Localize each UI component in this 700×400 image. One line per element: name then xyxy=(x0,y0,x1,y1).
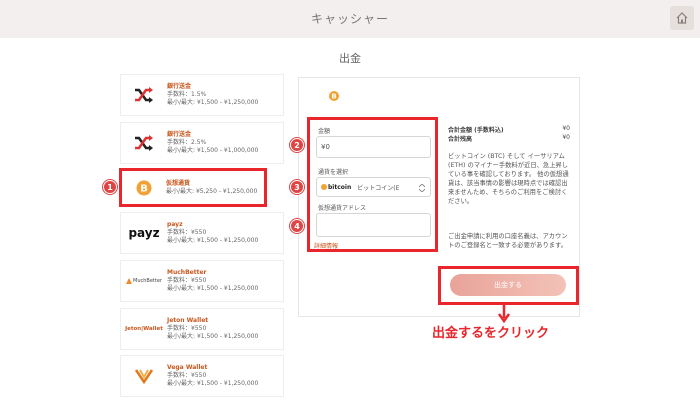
method-name: Jeton Wallet xyxy=(167,317,209,324)
currency-select-value: ビットコイン(E xyxy=(357,184,400,192)
muchbetter-mark-icon xyxy=(126,278,133,284)
method-limits: 最小/最大: ¥1,500 - ¥1,250,000 xyxy=(167,285,259,292)
page-title: 出金 xyxy=(339,52,361,65)
crypto-fee-notice: ビットコイン (BTC) そして イーサリアム (ETH) のマイナー手数料が近… xyxy=(448,153,569,205)
jeton-logo: Jeton|Wallet xyxy=(125,326,163,332)
bitcoin-icon: B xyxy=(329,86,339,105)
method-limits: 最小/最大: ¥1,500 - ¥1,000,000 xyxy=(167,147,259,154)
payz-logo: payz xyxy=(128,226,160,240)
method-payz[interactable]: payz payz 手数料：¥550 最小/最大: ¥1,500 - ¥1,25… xyxy=(120,212,284,254)
method-name: MuchBetter xyxy=(167,269,207,276)
bitcoin-wordmark: bitcoin xyxy=(328,183,352,191)
method-muchbetter[interactable]: MuchBetter MuchBetter 手数料：¥550 最小/最大: ¥1… xyxy=(120,260,284,302)
method-fee: 手数料：1.5% xyxy=(167,91,207,98)
method-vega[interactable]: Vega Wallet 手数料：¥550 最小/最大: ¥1,500 - ¥1,… xyxy=(120,355,284,397)
amount-input[interactable]: ¥0 xyxy=(316,136,431,158)
method-name: 仮想通貨 xyxy=(166,179,191,187)
method-jeton[interactable]: Jeton|Wallet Jeton Wallet 手数料：¥550 最小/最大… xyxy=(120,308,284,350)
method-crypto[interactable]: B 仮想通貨 最小/最大: ¥5,250 - ¥1,250,000 xyxy=(119,168,267,207)
method-name: Vega Wallet xyxy=(167,364,208,371)
method-name: 銀行送金 xyxy=(167,131,192,138)
method-limits: 最小/最大: ¥1,500 - ¥1,250,000 xyxy=(167,99,259,106)
svg-text:B: B xyxy=(140,183,148,194)
method-name: 銀行送金 xyxy=(167,83,192,90)
total-balance-label: 合計残高 xyxy=(448,136,473,143)
total-amount-value: ¥0 xyxy=(562,125,570,132)
shuffle-icon xyxy=(121,123,167,163)
method-bank-transfer-1[interactable]: 銀行送金 手数料：1.5% 最小/最大: ¥1,500 - ¥1,250,000 xyxy=(120,74,284,116)
vega-icon xyxy=(121,356,167,396)
step-badge-4: 4 xyxy=(290,219,304,233)
currency-select[interactable]: bitcoin ビットコイン(E xyxy=(316,177,431,197)
method-fee: 手数料：¥550 xyxy=(167,229,207,236)
method-fee: 手数料：¥550 xyxy=(167,372,207,379)
method-bank-transfer-2[interactable]: 銀行送金 手数料：2.5% 最小/最大: ¥1,500 - ¥1,000,000 xyxy=(120,122,284,164)
muchbetter-logo: MuchBetter xyxy=(121,261,167,301)
method-name: payz xyxy=(167,221,183,228)
method-limits: 最小/最大: ¥5,250 - ¥1,250,000 xyxy=(166,187,258,195)
chevron-down-icon xyxy=(418,183,426,194)
amount-label: 金額 xyxy=(318,128,331,135)
method-fee: 手数料：¥550 xyxy=(167,277,207,284)
step-badge-1: 1 xyxy=(103,180,117,194)
details-link[interactable]: 詳細情報 xyxy=(314,241,338,250)
shuffle-icon xyxy=(121,75,167,115)
total-amount-label: 合計金額 (手数料込) xyxy=(448,127,504,134)
method-limits: 最小/最大: ¥1,500 - ¥1,250,000 xyxy=(167,333,259,340)
step-badge-2: 2 xyxy=(290,138,304,152)
step-badge-3: 3 xyxy=(290,180,304,194)
crypto-address-label: 仮想通貨アドレス xyxy=(318,205,367,212)
method-limits: 最小/最大: ¥1,500 - ¥1,250,000 xyxy=(167,380,259,387)
method-fee: 手数料：2.5% xyxy=(167,139,207,146)
method-limits: 最小/最大: ¥1,500 - ¥1,250,000 xyxy=(167,237,259,244)
method-fee: 手数料：¥550 xyxy=(167,325,207,332)
crypto-address-input[interactable] xyxy=(316,213,431,237)
home-button[interactable] xyxy=(670,6,694,30)
svg-text:B: B xyxy=(331,93,336,101)
total-balance-value: ¥0 xyxy=(562,134,570,141)
bitcoin-icon xyxy=(321,184,327,190)
currency-label: 通貨を選択 xyxy=(318,169,349,176)
home-icon xyxy=(676,12,688,24)
bitcoin-icon: B xyxy=(122,168,166,208)
cashier-header: キャッシャー xyxy=(0,0,700,38)
click-instruction: 出金するをクリック xyxy=(432,326,550,341)
header-title: キャッシャー xyxy=(310,12,389,26)
account-name-notice: ご出金申請に利用の口座名義は、アカウントのご登録名と一致する必要があります。 xyxy=(448,233,568,249)
withdraw-submit-button[interactable]: 出金する xyxy=(450,274,566,296)
